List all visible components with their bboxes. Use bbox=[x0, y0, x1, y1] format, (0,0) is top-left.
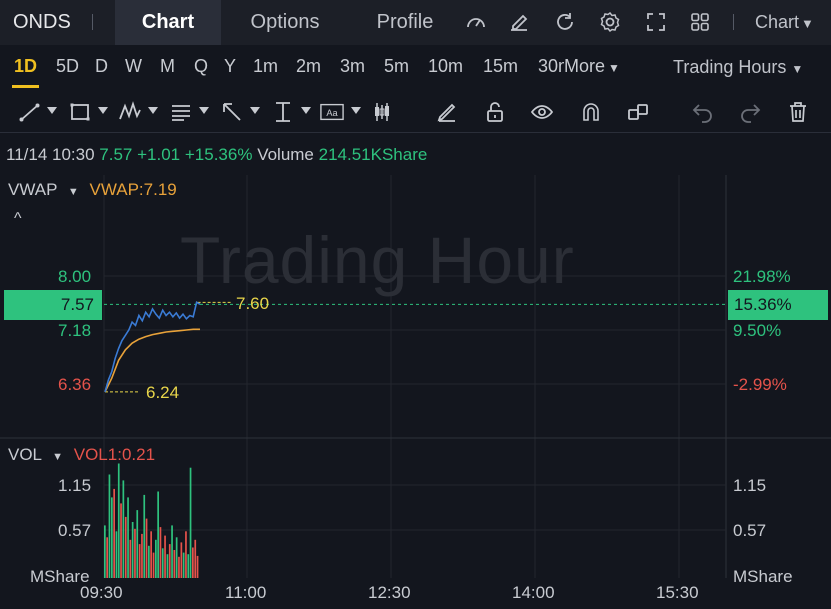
volume-bar bbox=[111, 497, 113, 578]
volume-bar bbox=[150, 531, 152, 578]
volume-bar bbox=[108, 474, 111, 578]
volume-bar bbox=[115, 531, 118, 578]
volume-bar bbox=[164, 535, 166, 578]
volume-bars bbox=[104, 463, 199, 578]
volume-bar bbox=[138, 544, 141, 578]
left-axis-label: 6.36 bbox=[58, 375, 92, 394]
volume-bar bbox=[141, 533, 143, 578]
volume-bar bbox=[159, 527, 162, 578]
volume-bar bbox=[192, 547, 194, 578]
volume-bar bbox=[180, 542, 183, 578]
volume-bar bbox=[161, 548, 164, 578]
price-chart[interactable] bbox=[0, 0, 831, 609]
vwap-indicator[interactable]: VWAP ▼ VWAP:7.19 bbox=[8, 180, 177, 200]
x-axis-label: 14:00 bbox=[512, 583, 555, 602]
x-axis-label: 11:00 bbox=[225, 583, 267, 602]
volume-bar bbox=[106, 537, 108, 578]
vol-axis-label: 0.57 bbox=[58, 521, 92, 540]
caret-down-icon: ▼ bbox=[67, 186, 79, 198]
low-label: 6.24 bbox=[146, 383, 180, 402]
volume-bar bbox=[175, 537, 178, 578]
volume-bar bbox=[104, 525, 106, 578]
right-axis-label: 9.50% bbox=[733, 321, 782, 340]
volume-bar bbox=[148, 545, 150, 578]
volume-bar bbox=[124, 516, 127, 578]
left-axis-label: 8.00 bbox=[58, 267, 92, 286]
volume-bar bbox=[196, 555, 199, 578]
volume-bar bbox=[157, 491, 159, 578]
volume-bar bbox=[173, 550, 176, 578]
volume-bar bbox=[152, 552, 155, 578]
volume-bar bbox=[194, 539, 197, 578]
volume-bar bbox=[117, 463, 120, 578]
volume-bar bbox=[171, 525, 173, 578]
price-line bbox=[104, 301, 201, 393]
caret-down-icon: ▼ bbox=[52, 451, 64, 463]
vol-axis-label-right: 0.57 bbox=[733, 521, 767, 540]
volume-bar bbox=[168, 544, 171, 578]
volume-bar bbox=[131, 522, 134, 578]
vol-axis-label-right: 1.15 bbox=[733, 476, 767, 495]
vol-unit-label-right: MShare bbox=[733, 567, 793, 586]
volume-bar bbox=[134, 528, 136, 578]
volume-bar bbox=[120, 503, 122, 578]
current-price-tag: 7.57 bbox=[4, 290, 102, 320]
x-axis-label: 09:30 bbox=[80, 583, 123, 602]
volume-bar bbox=[136, 510, 139, 578]
vol-axis-label: 1.15 bbox=[58, 476, 92, 495]
high-label: 7.60 bbox=[236, 294, 270, 313]
volume-bar bbox=[129, 539, 132, 578]
x-axis-label: 12:30 bbox=[368, 583, 411, 602]
right-axis-label: 21.98% bbox=[733, 267, 791, 286]
watermark: Trading Hour bbox=[180, 223, 575, 297]
collapse-icon[interactable]: ^ bbox=[14, 210, 22, 228]
volume-bar bbox=[185, 531, 187, 578]
volume-bar bbox=[113, 488, 115, 578]
volume-bar bbox=[143, 494, 146, 578]
right-axis-label: -2.99% bbox=[733, 375, 787, 394]
volume-bar bbox=[178, 556, 180, 578]
volume-bar bbox=[155, 539, 157, 578]
left-axis-label: 7.18 bbox=[58, 321, 92, 340]
vol-label: VOL bbox=[8, 445, 42, 464]
current-pct-tag: 15.36% bbox=[728, 290, 828, 320]
vol-value: VOL1:0.21 bbox=[73, 445, 156, 464]
volume-bar bbox=[145, 518, 148, 578]
volume-bar bbox=[189, 467, 192, 578]
volume-bar bbox=[122, 480, 125, 578]
vol-indicator[interactable]: VOL ▼ VOL1:0.21 bbox=[8, 445, 155, 465]
x-axis-label: 15:30 bbox=[656, 583, 699, 602]
vwap-value: VWAP:7.19 bbox=[89, 180, 177, 199]
volume-bar bbox=[127, 497, 129, 578]
vwap-label: VWAP bbox=[8, 180, 58, 199]
volume-bar bbox=[166, 554, 169, 578]
volume-bar bbox=[187, 554, 190, 578]
volume-bar bbox=[182, 552, 185, 578]
